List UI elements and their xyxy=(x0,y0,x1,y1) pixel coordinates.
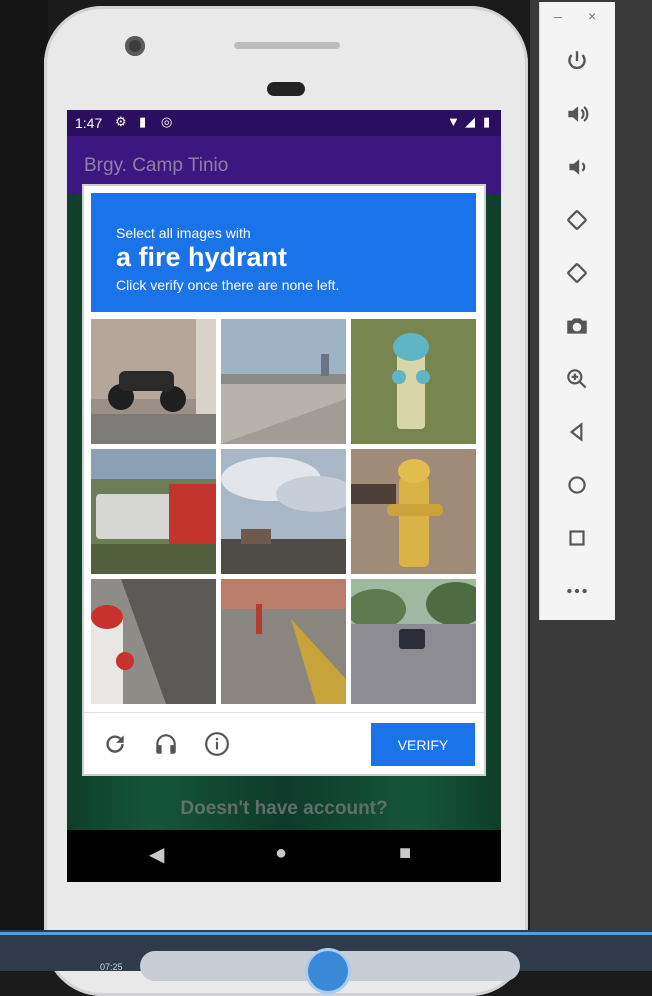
challenge-header: Select all images with a fire hydrant Cl… xyxy=(91,193,476,312)
app-title: Brgy. Camp Tinio xyxy=(84,155,229,176)
image-tile-8[interactable] xyxy=(221,579,346,704)
back-icon[interactable]: ◀ xyxy=(149,842,164,867)
earpiece-speaker xyxy=(234,42,340,49)
image-tile-3[interactable] xyxy=(351,319,476,444)
recents-icon[interactable]: ■ xyxy=(399,842,411,865)
volume-down-icon[interactable] xyxy=(564,154,590,180)
no-account-link[interactable]: Doesn't have account? xyxy=(67,798,501,820)
verify-button[interactable]: VERIFY xyxy=(371,723,475,766)
play-button[interactable] xyxy=(308,951,348,991)
volume-up-icon[interactable] xyxy=(564,101,590,127)
more-icon[interactable] xyxy=(564,578,590,604)
trucks-parked-image xyxy=(91,449,216,574)
challenge-footer: VERIFY xyxy=(84,712,484,775)
home-icon[interactable] xyxy=(564,472,590,498)
image-tile-6[interactable] xyxy=(351,449,476,574)
image-tile-2[interactable] xyxy=(221,319,346,444)
overview-icon[interactable] xyxy=(564,525,590,551)
image-tile-4[interactable] xyxy=(91,449,216,574)
sd-card-icon: ▮ xyxy=(139,114,147,129)
street-intersection-image xyxy=(221,579,346,704)
power-icon[interactable] xyxy=(564,48,590,74)
road-with-car-image xyxy=(351,579,476,704)
blue-hydrant-image xyxy=(351,319,476,444)
settings-icon: ⚙ xyxy=(115,114,127,129)
zoom-icon[interactable] xyxy=(564,366,590,392)
minimize-button[interactable]: – xyxy=(554,8,562,24)
back-icon[interactable] xyxy=(564,419,590,445)
status-bar: 1:47 ⚙ ▮ ◎ ▼ ◢ ▮ xyxy=(67,110,501,136)
image-tile-7[interactable] xyxy=(91,579,216,704)
camera-icon[interactable] xyxy=(564,313,590,339)
rotate-right-icon[interactable] xyxy=(564,260,590,286)
wifi-icon: ▼ xyxy=(447,114,460,129)
data-saver-icon: ◎ xyxy=(161,114,173,129)
yellow-hydrant-image xyxy=(351,449,476,574)
recaptcha-challenge: Select all images with a fire hydrant Cl… xyxy=(84,186,484,774)
challenge-target: a fire hydrant xyxy=(116,242,288,272)
status-time: 1:47 xyxy=(75,115,103,131)
rotate-left-icon[interactable] xyxy=(564,207,590,233)
proximity-sensor xyxy=(267,82,305,96)
info-icon[interactable] xyxy=(204,731,230,757)
cloudy-street-image xyxy=(221,449,346,574)
front-camera xyxy=(125,36,145,56)
image-grid xyxy=(91,319,476,704)
image-tile-5[interactable] xyxy=(221,449,346,574)
emulator-toolbar: – × xyxy=(539,2,615,620)
road-overpass-image xyxy=(221,319,346,444)
reload-icon[interactable] xyxy=(102,731,128,757)
android-nav-bar: ◀ ● ■ xyxy=(67,830,501,882)
motorcycle-wall-image xyxy=(91,319,216,444)
image-tile-9[interactable] xyxy=(351,579,476,704)
close-button[interactable]: × xyxy=(588,8,596,24)
image-tile-1[interactable] xyxy=(91,319,216,444)
instruction-text: Select all images with xyxy=(116,225,251,241)
red-hydrant-sidewalk-image xyxy=(91,579,216,704)
verify-instruction: Click verify once there are none left. xyxy=(116,277,340,293)
signal-icon: ◢ xyxy=(465,114,475,129)
background-left xyxy=(0,0,48,971)
headphones-icon[interactable] xyxy=(153,731,179,757)
battery-icon: ▮ xyxy=(483,114,491,129)
home-icon[interactable]: ● xyxy=(275,842,287,865)
player-progress[interactable] xyxy=(0,932,652,935)
